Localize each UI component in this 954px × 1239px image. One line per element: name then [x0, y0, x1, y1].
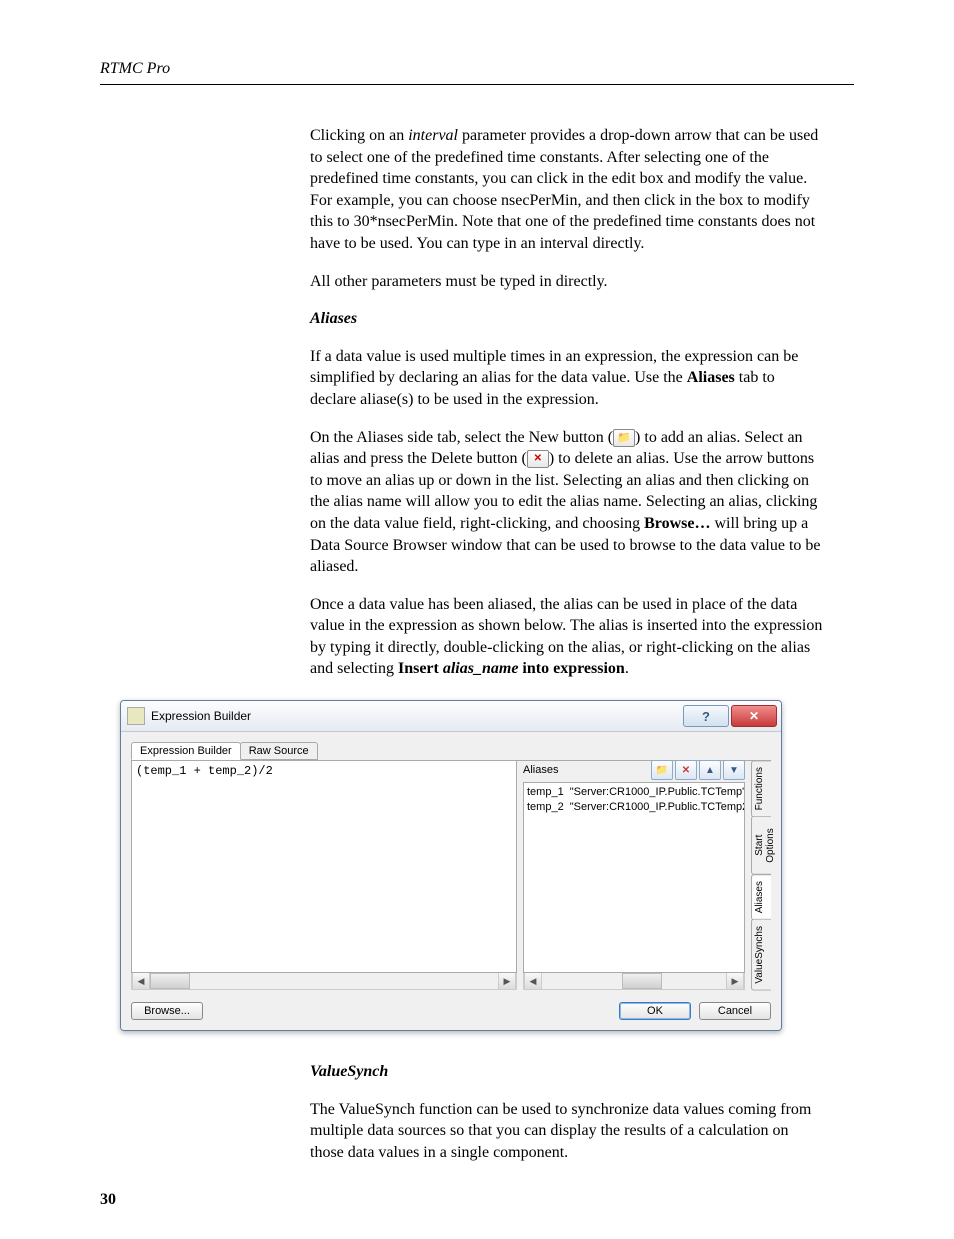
expression-scrollbar[interactable]: ◀ ▶ [131, 973, 517, 990]
section-title-valuesynch: ValueSynch [310, 1061, 824, 1083]
new-alias-button[interactable]: 📁 [651, 760, 673, 780]
delete-icon [527, 450, 549, 468]
alias-list[interactable]: temp_1 "Server:CR1000_IP.Public.TCTemp" … [523, 782, 745, 973]
scroll-left-icon[interactable]: ◀ [132, 973, 150, 989]
running-header: RTMC Pro [100, 60, 854, 78]
paragraph-valuesynch: The ValueSynch function can be used to s… [310, 1099, 824, 1164]
horizontal-tabs: Expression Builder Raw Source [131, 742, 771, 761]
side-tab-aliases[interactable]: Aliases [751, 874, 771, 920]
alias-scrollbar[interactable]: ◀ ▶ [523, 973, 745, 990]
scroll-thumb[interactable] [622, 973, 662, 989]
side-tab-functions[interactable]: Functions [751, 760, 771, 817]
aliases-panel-label: Aliases [523, 764, 558, 776]
expression-builder-dialog: Expression Builder ? ✕ Expression Builde… [120, 700, 782, 1031]
scroll-left-icon[interactable]: ◀ [524, 973, 542, 989]
ok-button[interactable]: OK [619, 1002, 691, 1020]
move-down-button[interactable]: ▼ [723, 760, 745, 780]
scroll-right-icon[interactable]: ▶ [498, 973, 516, 989]
close-button[interactable]: ✕ [731, 705, 777, 727]
browse-button[interactable]: Browse... [131, 1002, 203, 1020]
delete-alias-button[interactable]: ✕ [675, 760, 697, 780]
help-button[interactable]: ? [683, 705, 729, 727]
paragraph-alias-intro: If a data value is used multiple times i… [310, 346, 824, 411]
scroll-thumb[interactable] [150, 973, 190, 989]
app-icon [127, 707, 145, 725]
list-item[interactable]: temp_1 "Server:CR1000_IP.Public.TCTemp" [527, 785, 741, 800]
cancel-button[interactable]: Cancel [699, 1002, 771, 1020]
move-up-button[interactable]: ▲ [699, 760, 721, 780]
paragraph-other-params: All other parameters must be typed in di… [310, 271, 824, 293]
tab-expression-builder[interactable]: Expression Builder [131, 742, 241, 760]
tab-raw-source[interactable]: Raw Source [240, 742, 318, 760]
new-icon [613, 429, 635, 447]
expression-editor[interactable]: (temp_1 + temp_2)/2 [131, 760, 517, 973]
expression-text: (temp_1 + temp_2)/2 [136, 764, 273, 778]
scroll-right-icon[interactable]: ▶ [726, 973, 744, 989]
list-item[interactable]: temp_2 "Server:CR1000_IP.Public.TCTemp2" [527, 800, 741, 815]
window-title: Expression Builder [151, 709, 683, 723]
section-title-aliases: Aliases [310, 308, 824, 330]
paragraph-alias-usage: On the Aliases side tab, select the New … [310, 427, 824, 578]
side-tab-valuesynchs[interactable]: ValueSynchs [751, 919, 771, 991]
side-tabs: Functions Start Options Aliases ValueSyn… [751, 760, 771, 990]
header-rule [100, 84, 854, 85]
page-number: 30 [100, 1191, 116, 1209]
paragraph-alias-inserted: Once a data value has been aliased, the … [310, 594, 824, 680]
paragraph-interval: Clicking on an interval parameter provid… [310, 125, 824, 255]
side-tab-start-options[interactable]: Start Options [751, 816, 771, 875]
titlebar: Expression Builder ? ✕ [121, 701, 781, 732]
